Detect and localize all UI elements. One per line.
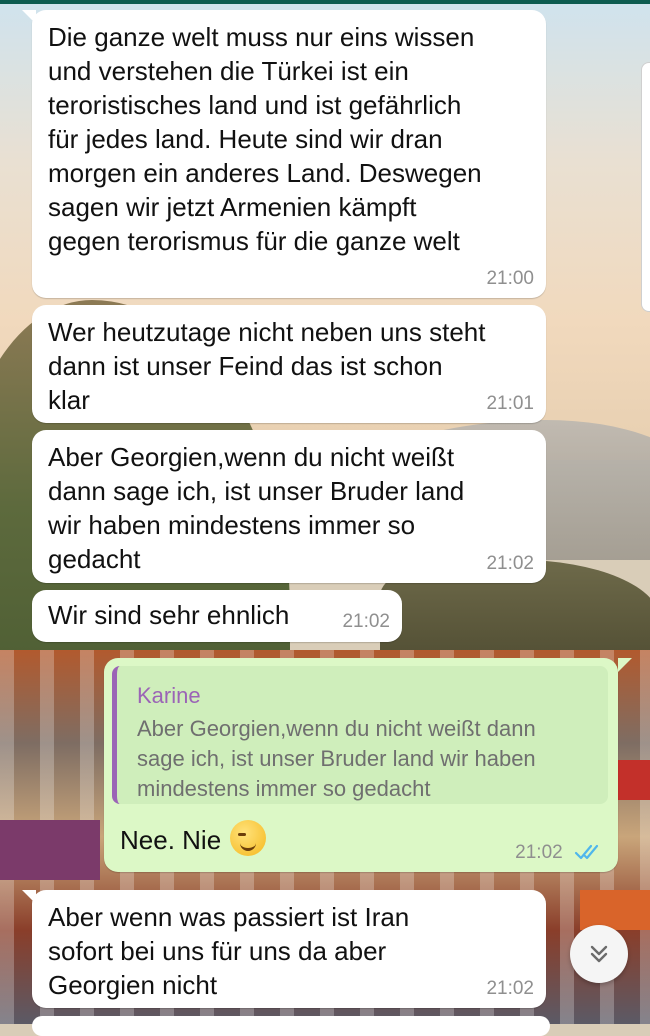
message-text: Die ganze welt muss nur eins wissen und … xyxy=(48,22,482,256)
message-text: Aber Georgien,wenn du nicht weißt dann s… xyxy=(48,442,465,574)
outgoing-message[interactable]: Karine Aber Georgien,wenn du nicht weißt… xyxy=(104,658,618,872)
incoming-message[interactable]: Wer heutzutage nicht neben uns steht dan… xyxy=(32,305,546,423)
message-text: Wir sind sehr ehnlich xyxy=(48,600,290,630)
incoming-message[interactable]: Aber Georgien,wenn du nicht weißt dann s… xyxy=(32,430,546,583)
message-text: Aber wenn was passiert ist Iran sofort b… xyxy=(48,902,410,1000)
bubble-tail xyxy=(618,658,632,672)
message-timestamp: 21:02 xyxy=(342,611,390,632)
incoming-message-partial[interactable] xyxy=(32,1016,550,1036)
bubble-tail xyxy=(22,890,36,904)
quote-author: Karine xyxy=(137,683,201,708)
message-timestamp: 21:01 xyxy=(486,393,534,414)
winking-smile-emoji xyxy=(229,820,266,856)
quote-text: Aber Georgien,wenn du nicht weißt dann s… xyxy=(137,716,536,801)
scroll-to-bottom-button[interactable] xyxy=(570,925,628,983)
message-time-text: 21:02 xyxy=(515,842,563,863)
incoming-message[interactable]: Aber wenn was passiert ist Iran sofort b… xyxy=(32,890,546,1008)
bubble-tail xyxy=(22,10,36,24)
message-text: Wer heutzutage nicht neben uns steht dan… xyxy=(48,317,486,415)
message-timestamp: 21:02 xyxy=(486,978,534,999)
message-timestamp: 21:02 xyxy=(515,842,604,864)
message-timestamp: 21:02 xyxy=(486,553,534,574)
double-check-icon xyxy=(574,844,599,860)
incoming-message[interactable]: Die ganze welt muss nur eins wissen und … xyxy=(32,10,546,298)
side-panel-edge xyxy=(641,62,650,312)
app-top-bar-edge xyxy=(0,0,650,4)
message-timestamp: 21:00 xyxy=(486,268,534,289)
quoted-message[interactable]: Karine Aber Georgien,wenn du nicht weißt… xyxy=(112,666,608,804)
message-text: Nee. Nie xyxy=(120,825,222,855)
incoming-message[interactable]: Wir sind sehr ehnlich 21:02 xyxy=(32,590,402,642)
double-chevron-down-icon xyxy=(590,945,608,963)
